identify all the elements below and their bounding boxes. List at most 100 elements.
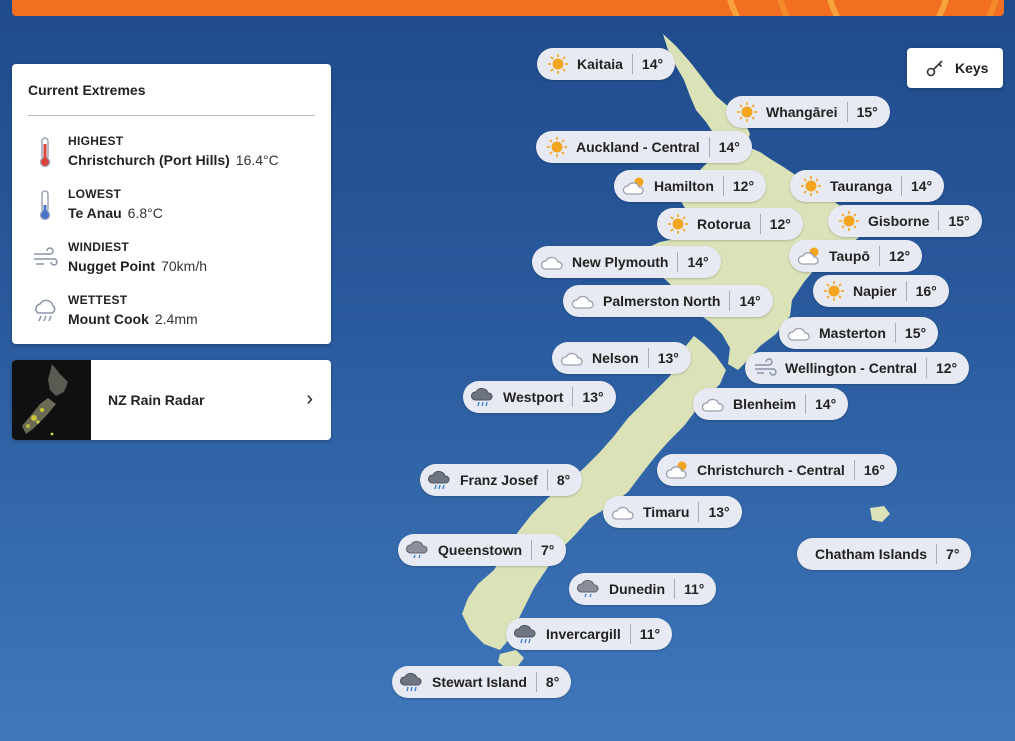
location-name: Nelson bbox=[592, 350, 639, 366]
location-westport[interactable]: Westport 13° bbox=[463, 381, 616, 413]
location-napier[interactable]: Napier 16° bbox=[813, 275, 949, 307]
location-blenheim[interactable]: Blenheim 14° bbox=[693, 388, 849, 420]
extreme-value: 2.4mm bbox=[154, 311, 198, 327]
sunny-icon bbox=[824, 281, 844, 301]
location-gisborne[interactable]: Gisborne 15° bbox=[828, 205, 982, 237]
location-temp: 16° bbox=[863, 462, 885, 478]
location-hamilton[interactable]: Hamilton 12° bbox=[614, 170, 767, 202]
location-temp: 14° bbox=[718, 139, 740, 155]
key-icon bbox=[926, 60, 943, 77]
location-name: Invercargill bbox=[546, 626, 621, 642]
location-whangarei[interactable]: Whangārei 15° bbox=[726, 96, 890, 128]
extreme-row-highest: HIGHEST Christchurch (Port Hills) 16.4°C bbox=[28, 130, 321, 174]
location-name: Stewart Island bbox=[432, 674, 527, 690]
extreme-place: Te Anau bbox=[68, 205, 122, 221]
location-wellington-central[interactable]: Wellington - Central 12° bbox=[745, 352, 970, 384]
location-name: Blenheim bbox=[733, 396, 797, 412]
rain-cloud-icon bbox=[400, 672, 422, 692]
location-name: Franz Josef bbox=[460, 472, 538, 488]
location-temp: 14° bbox=[815, 396, 837, 412]
wind-icon bbox=[755, 358, 777, 376]
location-timaru[interactable]: Timaru 13° bbox=[603, 496, 742, 528]
location-temp: 15° bbox=[904, 325, 927, 341]
location-temp: 13° bbox=[657, 350, 679, 366]
location-franz-josef[interactable]: Franz Josef 8° bbox=[420, 464, 583, 496]
location-stewart-island[interactable]: Stewart Island 8° bbox=[392, 666, 572, 698]
location-temp: 13° bbox=[708, 504, 730, 520]
sunny-icon bbox=[839, 211, 859, 231]
location-masterton[interactable]: Masterton 15° bbox=[779, 317, 939, 349]
wind-icon bbox=[34, 247, 58, 266]
rain-cloud-icon bbox=[428, 470, 450, 490]
location-name: Timaru bbox=[643, 504, 690, 520]
location-temp: 15° bbox=[856, 104, 878, 120]
extreme-value: 16.4°C bbox=[235, 152, 279, 168]
location-name: Kaitaia bbox=[577, 56, 623, 72]
partly-cloudy-icon bbox=[622, 177, 644, 195]
location-name: Rotorua bbox=[697, 216, 751, 232]
cloud-icon bbox=[540, 256, 563, 270]
location-nelson[interactable]: Nelson 13° bbox=[552, 342, 691, 374]
extreme-label: LOWEST bbox=[68, 187, 122, 201]
location-temp: 12° bbox=[888, 248, 911, 264]
location-temp: 14° bbox=[641, 56, 664, 72]
radar-label: NZ Rain Radar bbox=[108, 392, 205, 408]
location-temp: 7° bbox=[541, 542, 555, 558]
location-name: Christchurch - Central bbox=[697, 462, 845, 478]
extreme-row-windiest: WINDIEST Nugget Point 70km/h bbox=[28, 236, 321, 280]
location-temp: 12° bbox=[732, 178, 755, 194]
location-name: Taupō bbox=[829, 248, 870, 264]
location-tauranga[interactable]: Tauranga 14° bbox=[790, 170, 945, 202]
location-taupo[interactable]: Taupō 12° bbox=[789, 240, 923, 272]
partly-cloudy-icon bbox=[797, 247, 819, 265]
location-name: Palmerston North bbox=[603, 293, 721, 309]
sunny-icon bbox=[548, 54, 568, 74]
extreme-place: Nugget Point bbox=[68, 258, 156, 274]
location-name: Gisborne bbox=[868, 213, 930, 229]
keys-button[interactable]: Keys bbox=[907, 48, 1003, 88]
location-temp: 16° bbox=[915, 283, 937, 299]
location-temp: 11° bbox=[639, 626, 661, 642]
rain-cloud-icon bbox=[514, 624, 536, 644]
location-temp: 14° bbox=[910, 178, 933, 194]
cloud-icon bbox=[560, 352, 583, 366]
location-name: Masterton bbox=[819, 325, 886, 341]
drizzle-icon bbox=[577, 579, 599, 598]
location-auckland-central[interactable]: Auckland - Central 14° bbox=[536, 131, 752, 163]
extreme-value: 6.8°C bbox=[127, 205, 163, 221]
location-temp: 12° bbox=[769, 216, 791, 232]
location-palmerston-north[interactable]: Palmerston North 14° bbox=[563, 285, 773, 317]
location-temp: 14° bbox=[687, 254, 709, 270]
location-name: Queenstown bbox=[438, 542, 523, 558]
sunny-icon bbox=[547, 137, 567, 157]
extremes-title: Current Extremes bbox=[28, 82, 146, 98]
location-invercargill[interactable]: Invercargill 11° bbox=[506, 618, 673, 650]
extreme-label: WINDIEST bbox=[68, 240, 130, 254]
location-name: Auckland - Central bbox=[576, 139, 700, 155]
location-name: Hamilton bbox=[654, 178, 714, 194]
keys-label: Keys bbox=[955, 60, 989, 76]
rain-radar-card[interactable]: NZ Rain Radar › bbox=[12, 360, 331, 440]
location-kaitaia[interactable]: Kaitaia 14° bbox=[537, 48, 676, 80]
location-new-plymouth[interactable]: New Plymouth 14° bbox=[532, 246, 721, 278]
thermometer-cold-icon bbox=[39, 190, 51, 221]
location-chatham-islands[interactable]: Chatham Islands 7° bbox=[797, 538, 972, 570]
location-rotorua[interactable]: Rotorua 12° bbox=[657, 208, 803, 240]
location-temp: 11° bbox=[684, 581, 705, 597]
extreme-row-wettest: WETTEST Mount Cook 2.4mm bbox=[28, 289, 321, 333]
extreme-place: Christchurch (Port Hills) bbox=[68, 152, 230, 168]
sunny-icon bbox=[668, 214, 688, 234]
current-extremes-panel: Current Extremes HIGHEST Christchurch (P… bbox=[12, 64, 331, 344]
location-temp: 13° bbox=[582, 389, 604, 405]
location-temp: 15° bbox=[948, 213, 970, 229]
location-temp: 8° bbox=[556, 472, 571, 488]
location-christchurch-central[interactable]: Christchurch - Central 16° bbox=[657, 454, 897, 486]
location-temp: 12° bbox=[935, 360, 958, 376]
location-temp: 7° bbox=[946, 546, 960, 562]
chatham-islands-shape bbox=[870, 506, 890, 522]
extreme-label: HIGHEST bbox=[68, 134, 124, 148]
thermometer-hot-icon bbox=[39, 137, 51, 168]
location-queenstown[interactable]: Queenstown 7° bbox=[398, 534, 567, 566]
location-name: Wellington - Central bbox=[785, 360, 917, 376]
location-dunedin[interactable]: Dunedin 11° bbox=[569, 573, 717, 605]
